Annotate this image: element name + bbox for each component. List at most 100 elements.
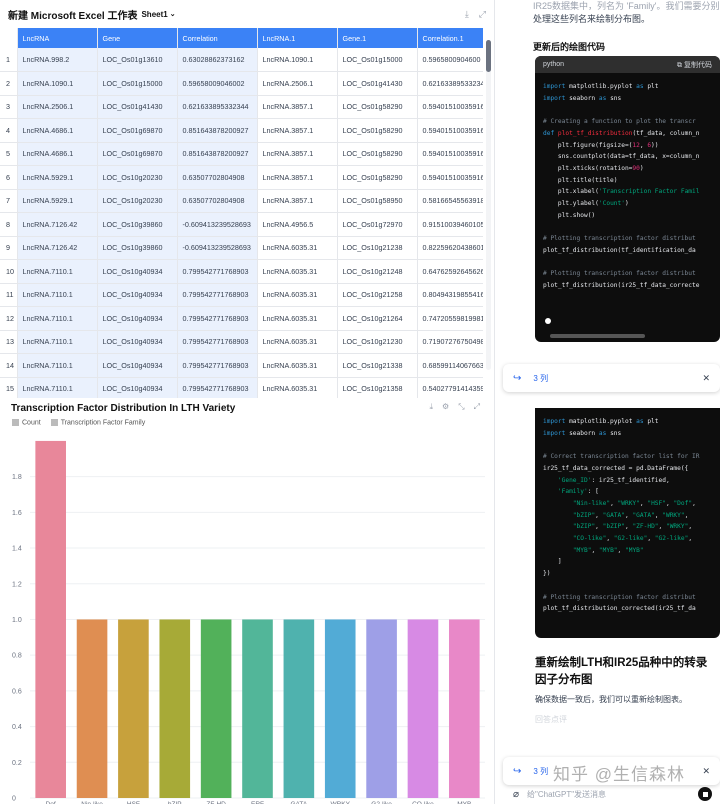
expand-icon[interactable]: ⤢	[479, 9, 486, 20]
column-header[interactable]: LncRNA.1	[257, 28, 338, 48]
table-cell[interactable]: LncRNA.7110.1	[17, 306, 98, 331]
table-cell[interactable]: 0.581665455639​1​8	[417, 189, 483, 213]
table-cell[interactable]: LncRNA.7126.42	[17, 236, 98, 260]
table-cell[interactable]: LOC_Os10g40934	[97, 306, 178, 331]
stop-button[interactable]	[698, 787, 712, 801]
table-cell[interactable]: LncRNA.7126.42	[17, 212, 98, 237]
table-row[interactable]: 9 LncRNA.7126.42 LOC_Os10g39860 -0.60941323…	[0, 236, 483, 260]
table-cell[interactable]: LOC_Os01g41430	[97, 95, 178, 119]
table-cell[interactable]: LOC_Os10g39860	[97, 236, 178, 260]
table-cell[interactable]: LncRNA.6035.31	[257, 259, 338, 284]
table-cell[interactable]: LOC_Os10g21238	[337, 236, 418, 260]
table-cell[interactable]: 0.79954277176890​3	[177, 353, 258, 378]
table-cell[interactable]: LOC_Os01g15000	[337, 48, 418, 72]
table-cell[interactable]: -0.60941323952869​3	[177, 236, 258, 260]
table-cell[interactable]: LncRNA.1090.1	[257, 48, 338, 72]
table-cell[interactable]: 0.79954277176890​3	[177, 306, 258, 331]
table-cell[interactable]: LncRNA.2506.1	[257, 71, 338, 96]
column-header[interactable]: Gene.1	[337, 28, 418, 48]
table-cell[interactable]: LncRNA.4956.5	[257, 212, 338, 237]
download-icon[interactable]: ⤓	[465, 9, 469, 20]
table-cell[interactable]: LOC_Os10g21264	[337, 306, 418, 331]
follow-up-suggestion[interactable]: ↪ 3 列 ✕	[503, 364, 720, 392]
table-row[interactable]: 5 LncRNA.4686.1 LOC_Os01g69870 0.8516438782…	[0, 142, 483, 166]
table-cell[interactable]: 0.5965800904600​2	[177, 71, 258, 96]
table-cell[interactable]: LncRNA.6035.31	[257, 306, 338, 331]
bar[interactable]	[407, 619, 439, 798]
table-row[interactable]: 6 LncRNA.5929.1 LOC_Os10g20230 0.6350770280…	[0, 165, 483, 190]
data-grid[interactable]: LncRNA Gene Correlation LncRNA.1 Gene.1 Corre…	[0, 28, 483, 398]
table-cell[interactable]: LOC_Os10g21358	[337, 377, 418, 398]
table-cell[interactable]: LOC_Os10g40934	[97, 377, 178, 398]
table-cell[interactable]: LncRNA.6035.31	[257, 353, 338, 378]
table-cell[interactable]: -0.60941323952869​3	[177, 212, 258, 237]
table-cell[interactable]: LOC_Os01g41430	[337, 71, 418, 96]
table-cell[interactable]: 0.63507702804908	[177, 165, 258, 190]
table-cell[interactable]: LOC_Os10g39860	[97, 212, 178, 237]
table-cell[interactable]: LncRNA.7110.1	[17, 377, 98, 398]
paperclip-icon[interactable]: ⌀	[513, 789, 519, 800]
bar[interactable]	[324, 619, 356, 798]
table-cell[interactable]: LOC_Os10g20230	[97, 165, 178, 190]
bar[interactable]	[76, 619, 108, 798]
bar[interactable]	[449, 619, 480, 798]
bar[interactable]	[118, 619, 149, 798]
table-cell[interactable]: LncRNA.7110.1	[17, 330, 98, 354]
message-composer[interactable]: ⌀ 给"ChatGPT"发送消息	[505, 784, 720, 804]
table-cell[interactable]: LOC_Os01g58950	[337, 189, 418, 213]
table-cell[interactable]: LOC_Os10g40934	[97, 353, 178, 378]
legend-item[interactable]: Count	[12, 419, 41, 426]
column-header[interactable]: Correlation.1	[417, 28, 483, 48]
column-header[interactable]: LncRNA	[17, 28, 98, 48]
table-cell[interactable]: LncRNA.4686.1	[17, 142, 98, 166]
table-cell[interactable]: LOC_Os10g21230	[337, 330, 418, 354]
table-row[interactable]: 14 LncRNA.7110.1 LOC_Os10g40934 0.799542771…	[0, 353, 483, 378]
table-row[interactable]: 13 LncRNA.7110.1 LOC_Os10g40934 0.799542771…	[0, 330, 483, 354]
bar[interactable]	[159, 619, 191, 798]
table-cell[interactable]: 0.79954277176890​3	[177, 377, 258, 398]
table-cell[interactable]: LOC_Os10g21338	[337, 353, 418, 378]
table-cell[interactable]: LncRNA.998.2	[17, 48, 98, 72]
table-cell[interactable]: LncRNA.7110.1	[17, 283, 98, 307]
table-cell[interactable]: LncRNA.3857.1	[257, 165, 338, 190]
table-cell[interactable]: 0.540277914143​5​9	[417, 377, 483, 398]
table-cell[interactable]: LncRNA.7110.1	[17, 259, 98, 284]
table-cell[interactable]: LOC_Os10g21248	[337, 259, 418, 284]
expand-icon[interactable]: ⤢	[474, 402, 480, 412]
table-cell[interactable]: LncRNA.3857.1	[257, 118, 338, 143]
settings-icon[interactable]: ⚙	[442, 402, 449, 412]
column-header[interactable]: Correlation	[177, 28, 258, 48]
bar[interactable]	[200, 619, 232, 798]
table-cell[interactable]: LOC_Os01g58290	[337, 165, 418, 190]
table-cell[interactable]: 0.594015100359​1​6	[417, 118, 483, 143]
table-cell[interactable]: LOC_Os10g40934	[97, 283, 178, 307]
table-row[interactable]: 4 LncRNA.4686.1 LOC_Os01g69870 0.8516438782…	[0, 118, 483, 143]
table-cell[interactable]: LncRNA.3857.1	[257, 189, 338, 213]
table-cell[interactable]: LncRNA.6035.31	[257, 236, 338, 260]
table-cell[interactable]: LOC_Os01g58290	[337, 142, 418, 166]
table-cell[interactable]: 0.621633895332​3​4	[417, 71, 483, 96]
table-cell[interactable]: 0.85164387820092​7	[177, 142, 258, 166]
table-cell[interactable]: 0.62163389533234​4	[177, 95, 258, 119]
table-cell[interactable]: LncRNA.1090.1	[17, 71, 98, 96]
table-cell[interactable]: LncRNA.5929.1	[17, 189, 98, 213]
bar[interactable]	[242, 619, 273, 798]
table-cell[interactable]: LOC_Os10g20230	[97, 189, 178, 213]
table-cell[interactable]: 0.647625926456​2​6	[417, 259, 483, 284]
table-cell[interactable]: 0.79954277176890​3	[177, 330, 258, 354]
copy-code-button[interactable]: ⧉ 复制代码	[677, 60, 712, 70]
bar[interactable]	[366, 619, 397, 798]
vertical-scrollbar[interactable]	[486, 40, 491, 370]
table-cell[interactable]: LOC_Os01g69870	[97, 118, 178, 143]
table-cell[interactable]: LncRNA.5929.1	[17, 165, 98, 190]
table-row[interactable]: 7 LncRNA.5929.1 LOC_Os10g20230 0.6350770280…	[0, 189, 483, 213]
table-row[interactable]: 12 LncRNA.7110.1 LOC_Os10g40934 0.799542771…	[0, 306, 483, 331]
table-row[interactable]: 1 LncRNA.998.2 LOC_Os01g13610 0.63028862373…	[0, 48, 483, 72]
table-cell[interactable]: LOC_Os01g15000	[97, 71, 178, 96]
table-cell[interactable]: 0.747205598199​8​1	[417, 306, 483, 331]
scrollbar-thumb[interactable]	[486, 40, 491, 72]
table-cell[interactable]: LncRNA.3857.1	[257, 95, 338, 119]
table-cell[interactable]: LncRNA.6035.31	[257, 377, 338, 398]
table-cell[interactable]: LOC_Os01g13610	[97, 48, 178, 72]
minimize-icon[interactable]: ⤡	[458, 402, 464, 412]
